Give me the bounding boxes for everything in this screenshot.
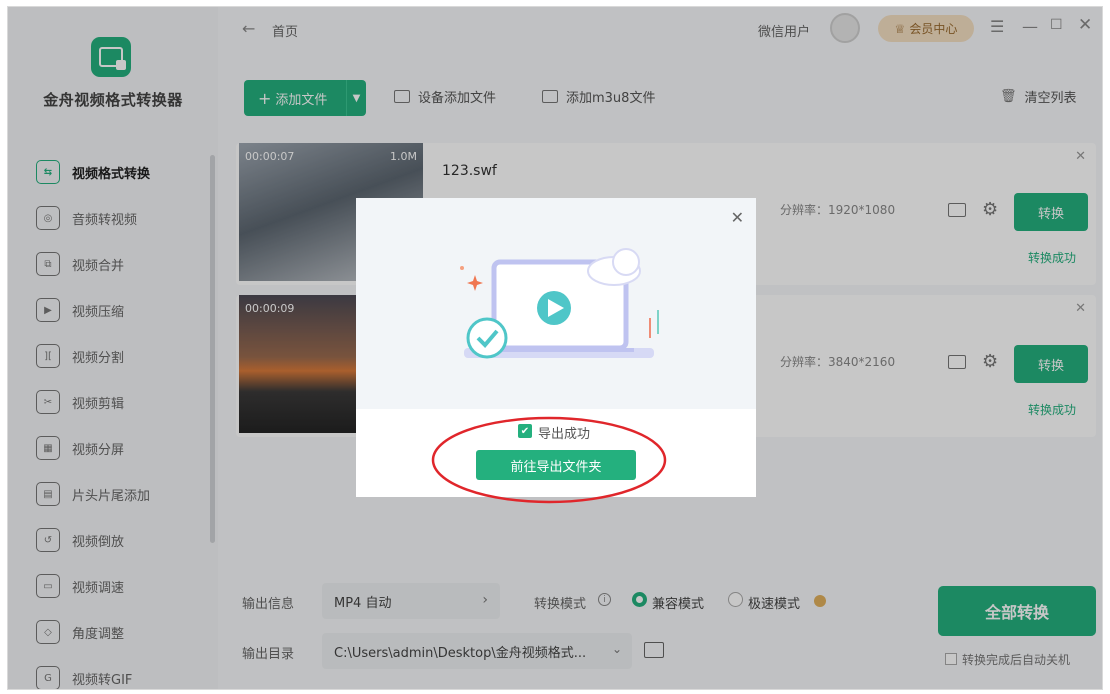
laptop-success-illustration <box>460 248 659 359</box>
app-window: 金舟视频格式转换器 ⇆ 视频格式转换 ◎ 音频转视频 ⧉ 视频合并 ▶ 视频压缩… <box>7 6 1103 690</box>
red-highlight-circle <box>431 416 667 504</box>
dialog-close-icon[interactable]: ✕ <box>731 208 744 227</box>
dialog-illustration: ✕ <box>356 198 756 409</box>
